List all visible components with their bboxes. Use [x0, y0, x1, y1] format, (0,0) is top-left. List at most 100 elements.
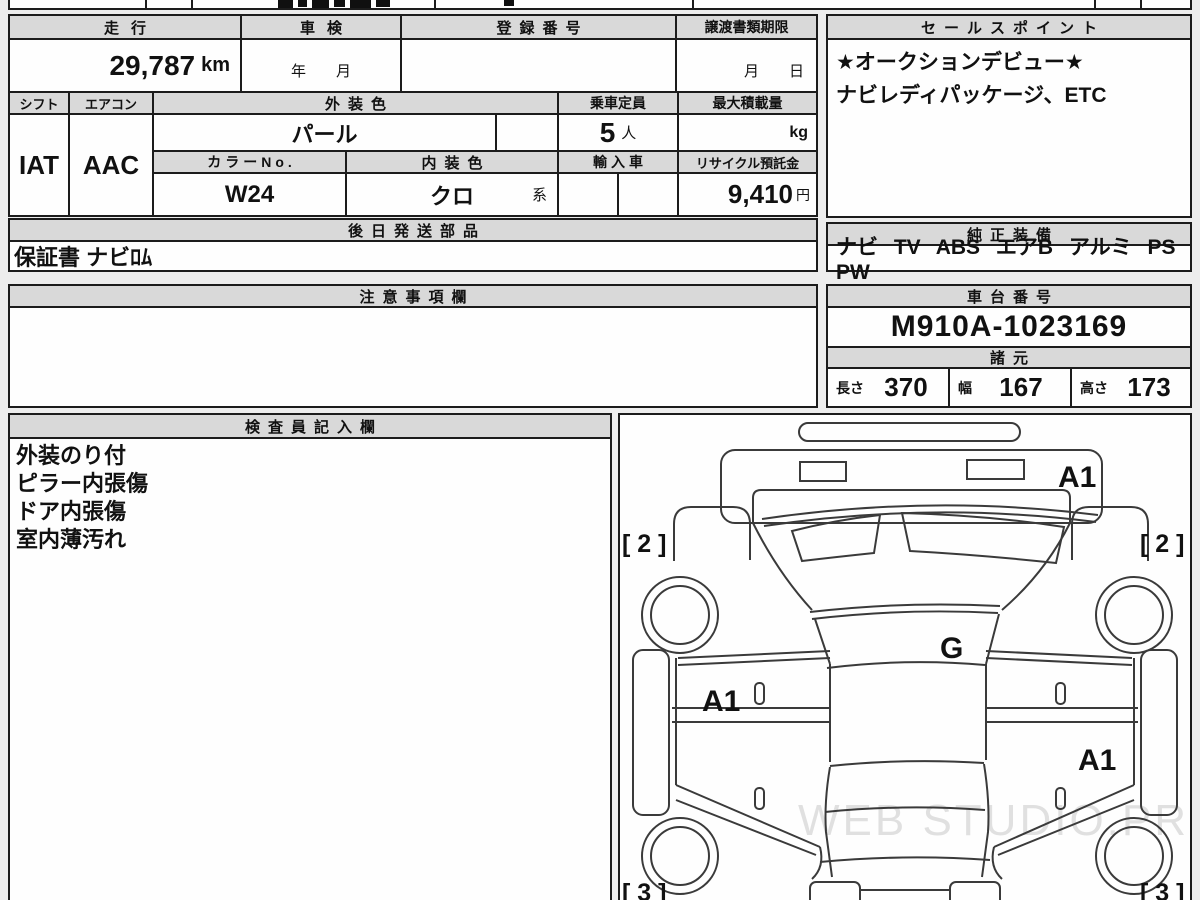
capacity-label: 乗車定員	[590, 95, 646, 111]
front-left-wheel	[641, 576, 719, 654]
color-no-label: カラーNo.	[207, 154, 296, 170]
inspection-value-cell: 年 月	[240, 38, 402, 93]
recycle-header: リサイクル預託金	[677, 150, 818, 174]
cutoff-text-fragment	[350, 0, 371, 8]
specs-header: 諸元	[826, 346, 1192, 369]
aircon-value-cell: AAC	[68, 113, 154, 217]
registration-header: 登録番号	[400, 14, 677, 40]
exterior-color-sub-cell	[495, 113, 559, 152]
maxload-unit: kg	[789, 123, 808, 141]
mileage-value-cell: 29,787 km	[8, 38, 242, 93]
cutoff-text-fragment	[334, 0, 345, 7]
recycle-value-cell: 9,410 円	[677, 172, 818, 217]
color-no-header: カラーNo.	[152, 150, 347, 174]
later-parts-header: 後日発送部品	[8, 218, 818, 242]
shift-value: IAT	[19, 149, 59, 180]
sales-point-header: セールスポイント	[826, 14, 1192, 40]
inspection-label: 車検	[299, 19, 354, 37]
chassis-value-cell: M910A-1023169	[826, 306, 1192, 348]
shift-label: シフト	[19, 96, 59, 112]
windshield-right	[900, 511, 1066, 565]
cutoff-divider	[191, 0, 193, 9]
right-quarter-mark: A1	[1078, 744, 1116, 777]
cutoff-divider	[145, 0, 147, 9]
front-plate-bar	[798, 422, 1021, 442]
cutoff-text-fragment	[504, 0, 514, 6]
rear-bumper-right	[949, 881, 1001, 900]
spec-length-cell: 長さ 370	[826, 367, 950, 408]
sales-point-label: セールスポイント	[920, 19, 1105, 37]
import-header: 輸入車	[557, 150, 679, 174]
shift-header: シフト	[8, 91, 70, 115]
color-no-value: W24	[224, 180, 275, 208]
left-sill	[632, 649, 670, 816]
import-value-cell	[557, 172, 679, 217]
front-lamp-left	[799, 461, 847, 482]
cutoff-text-fragment	[278, 0, 293, 8]
transfer-label: 譲渡書類期限	[704, 19, 789, 35]
cutoff-text-fragment	[376, 0, 390, 7]
import-cell-divider	[617, 174, 619, 215]
mileage-unit: km	[201, 54, 230, 76]
inspector-note: 室内薄汚れ	[16, 527, 127, 552]
inspector-body: 外装のり付 ピラー内張傷 ドア内張傷 室内薄汚れ	[8, 437, 612, 900]
transfer-header: 譲渡書類期限	[675, 14, 818, 40]
mileage-header: 走行	[8, 14, 242, 40]
cutoff-divider	[434, 0, 436, 9]
aircon-header: エアコン	[68, 91, 154, 115]
rear-bumper-bar	[859, 889, 951, 900]
front-lamp-right	[966, 459, 1025, 480]
interior-color-value-cell: クロ 系	[345, 172, 559, 217]
cautions-header: 注意事項欄	[8, 284, 818, 308]
rear-left-tire-mark: [ 3 ]	[622, 879, 666, 900]
damage-diagram-box: WEB STUDIO.PRO A1 [2] [2] G A1 A1 […	[618, 413, 1192, 900]
interior-color-value: クロ	[429, 183, 474, 209]
maxload-header: 最大積載量	[677, 91, 818, 115]
exterior-color-label: 外装色	[324, 95, 394, 113]
aircon-label: エアコン	[84, 96, 137, 112]
rear-right-tire-mark: [ 3 ]	[1140, 879, 1184, 900]
spec-length-label: 長さ	[836, 379, 864, 396]
recycle-value: 9,410	[727, 179, 793, 209]
capacity-unit: 人	[621, 125, 637, 142]
rear-bumper-left	[809, 881, 861, 900]
front-left-tire-mark: [ 2 ]	[622, 530, 666, 558]
exterior-color-value: パール	[291, 121, 358, 147]
color-no-value-cell: W24	[152, 172, 347, 217]
cutoff-text-fragment	[312, 0, 329, 8]
inspection-value: 年 月	[290, 63, 351, 80]
transfer-value: 月 日	[743, 63, 804, 80]
auction-sheet: 走行 車検 登録番号 譲渡書類期限 29,787 km 年 月 月 日 シフト …	[0, 0, 1200, 900]
equipment-value: ナビ TV ABS エアB アルミ PS PW	[836, 236, 1176, 284]
spec-height-label: 高さ	[1080, 379, 1108, 396]
maxload-label: 最大積載量	[712, 95, 783, 111]
cutoff-divider	[692, 0, 694, 9]
cutoff-text-fragment	[298, 0, 307, 7]
inspector-note: 外装のり付	[16, 443, 127, 468]
mileage-value: 29,787	[109, 49, 196, 81]
car-top-view: WEB STUDIO.PRO A1 [2] [2] G A1 A1 […	[622, 422, 1190, 900]
inspector-note: ピラー内張傷	[16, 471, 149, 496]
interior-color-label: 内装色	[421, 154, 491, 172]
cutoff-divider	[1140, 0, 1142, 9]
inspector-label: 検査員記入欄	[244, 418, 383, 436]
left-door-mark: A1	[702, 685, 740, 718]
interior-color-suffix: 系	[531, 187, 547, 204]
spec-length-value: 370	[884, 372, 928, 402]
later-parts-label: 後日発送部品	[347, 222, 486, 240]
spec-height-value: 173	[1127, 372, 1171, 402]
capacity-header: 乗車定員	[557, 91, 679, 115]
sales-point-line2: ナビレディパッケージ、ETC	[836, 84, 1107, 107]
left-front-door-handle	[754, 682, 765, 705]
front-right-wheel	[1095, 576, 1173, 654]
left-rear-door-handle	[754, 787, 765, 810]
front-right-tire-mark: [ 2 ]	[1140, 530, 1184, 558]
aircon-value: AAC	[82, 149, 140, 180]
watermark: WEB STUDIO.PRO	[798, 796, 1190, 845]
exterior-color-header: 外装色	[152, 91, 559, 115]
registration-value-cell	[400, 38, 677, 93]
shift-value-cell: IAT	[8, 113, 70, 217]
recycle-unit: 円	[796, 186, 810, 203]
sales-point-body: ★オークションデビュー★ ナビレディパッケージ、ETC	[826, 38, 1192, 218]
front-bumper-mark: A1	[1058, 461, 1096, 494]
